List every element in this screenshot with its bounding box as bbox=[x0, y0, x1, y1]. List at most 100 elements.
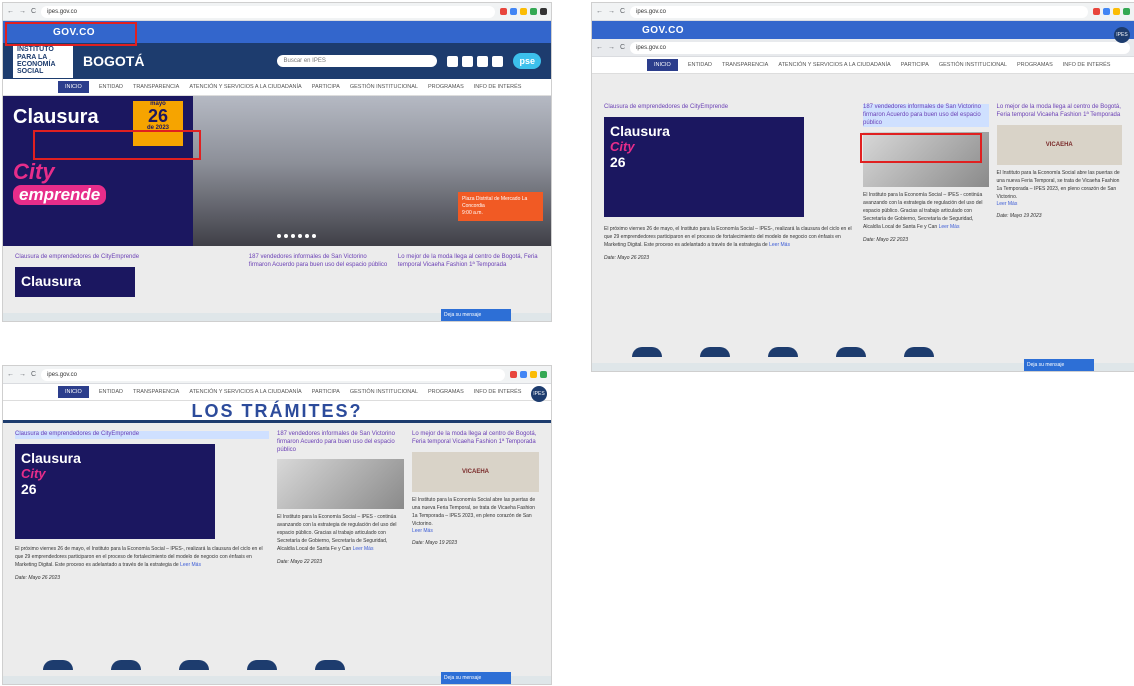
chat-widget[interactable]: Deja su mensaje bbox=[441, 309, 511, 321]
chat-widget[interactable]: Deja su mensaje bbox=[441, 672, 511, 684]
read-more-link[interactable]: Leer Más bbox=[353, 546, 374, 552]
instagram-icon[interactable] bbox=[447, 55, 459, 67]
read-more-link[interactable]: Leer Más bbox=[180, 562, 201, 568]
read-more-link[interactable]: Leer Más bbox=[939, 224, 960, 230]
news-title[interactable]: 187 vendedores informales de San Victori… bbox=[277, 431, 404, 454]
nav-gestion[interactable]: GESTIÓN INSTITUCIONAL bbox=[350, 389, 418, 395]
address-bar[interactable]: ipes.gov.co bbox=[41, 5, 495, 18]
nav-programas[interactable]: PROGRAMAS bbox=[1017, 62, 1053, 68]
extensions bbox=[1093, 8, 1130, 15]
nav-participa[interactable]: PARTICIPA bbox=[901, 62, 929, 68]
news-title[interactable]: Clausura de emprendedores de CityEmprend… bbox=[15, 431, 269, 439]
facebook-icon[interactable] bbox=[462, 55, 474, 67]
news-item[interactable]: 187 vendedores informales de San Victori… bbox=[277, 431, 404, 581]
back-icon[interactable]: ← bbox=[596, 44, 603, 51]
screenshot-panel-1: ← → C ipes.gov.co GOV.CO INSTITUTO PARA LA… bbox=[3, 3, 551, 321]
news-title[interactable]: 187 vendedores informales de San Victori… bbox=[249, 254, 390, 270]
chat-widget[interactable]: Deja su mensaje bbox=[1024, 359, 1094, 371]
back-icon[interactable]: ← bbox=[596, 8, 603, 15]
news-item[interactable]: Clausura de emprendedores de CityEmprend… bbox=[15, 431, 269, 581]
news-item[interactable]: 187 vendedores informales de San Victori… bbox=[863, 104, 989, 261]
news-item[interactable]: 187 vendedores informales de San Victori… bbox=[249, 254, 390, 297]
carousel-dots[interactable] bbox=[277, 234, 316, 238]
read-more-link[interactable]: Leer Más bbox=[412, 528, 433, 534]
news-date: Date: Mayo 26 2023 bbox=[604, 254, 650, 261]
nav-programas[interactable]: PROGRAMAS bbox=[428, 389, 464, 395]
news-title[interactable]: 187 vendedores informales de San Victori… bbox=[863, 104, 989, 128]
reload-icon[interactable]: C bbox=[620, 8, 625, 15]
nav-entidad[interactable]: ENTIDAD bbox=[99, 84, 123, 90]
back-icon[interactable]: ← bbox=[7, 8, 14, 15]
nav-entidad[interactable]: ENTIDAD bbox=[99, 389, 123, 395]
forward-icon[interactable]: → bbox=[19, 8, 26, 15]
news-thumb[interactable]: Clausura bbox=[15, 266, 135, 297]
reload-icon[interactable]: C bbox=[31, 8, 36, 15]
news-text: El próximo viernes 26 de mayo, el Instit… bbox=[15, 545, 263, 568]
extensions bbox=[500, 8, 547, 15]
address-bar[interactable]: ipes.gov.co bbox=[630, 5, 1088, 18]
forward-icon[interactable]: → bbox=[608, 8, 615, 15]
news-item[interactable]: Lo mejor de la moda llega al centro de B… bbox=[398, 254, 539, 297]
footer-icons bbox=[43, 660, 345, 670]
nav-atencion[interactable]: ATENCIÓN Y SERVICIOS A LA CIUDADANÍA bbox=[189, 389, 301, 395]
nav-gestion[interactable]: GESTIÓN INSTITUCIONAL bbox=[939, 62, 1007, 68]
forward-icon[interactable]: → bbox=[608, 44, 615, 51]
news-title[interactable]: Clausura de emprendedores de CityEmprend… bbox=[604, 104, 855, 112]
twitter-icon[interactable] bbox=[492, 55, 504, 67]
site-header: INSTITUTO PARA LA ECONOMÍA SOCIAL BOGOTÁ… bbox=[3, 43, 551, 79]
address-bar[interactable]: ipes.gov.co bbox=[630, 41, 1130, 54]
nav-programas[interactable]: PROGRAMAS bbox=[428, 84, 464, 90]
hero-day: 26 bbox=[147, 106, 169, 126]
ipes-badge[interactable]: IPES bbox=[531, 386, 547, 402]
reload-icon[interactable]: C bbox=[620, 44, 625, 51]
news-thumb[interactable]: Clausura City 26 bbox=[604, 116, 804, 217]
nav-participa[interactable]: PARTICIPA bbox=[312, 389, 340, 395]
reload-icon[interactable]: C bbox=[31, 371, 36, 378]
nav-atencion[interactable]: ATENCIÓN Y SERVICIOS A LA CIUDADANÍA bbox=[778, 62, 890, 68]
news-item[interactable]: Clausura de emprendedores de CityEmprend… bbox=[604, 104, 855, 261]
news-item[interactable]: Clausura de emprendedores de CityEmprend… bbox=[15, 254, 241, 297]
pse-button[interactable]: pse bbox=[513, 53, 541, 69]
nav-info[interactable]: INFO DE INTERÉS bbox=[1063, 62, 1111, 68]
news-thumb[interactable] bbox=[277, 459, 404, 510]
search-input[interactable]: Buscar en IPES bbox=[277, 55, 438, 67]
nav-gestion[interactable]: GESTIÓN INSTITUCIONAL bbox=[350, 84, 418, 90]
nav-info[interactable]: INFO DE INTERÉS bbox=[474, 84, 522, 90]
news-text: El Instituto para la Economía Social – I… bbox=[277, 514, 397, 553]
news-thumb[interactable]: Clausura City 26 bbox=[15, 443, 215, 539]
youtube-icon[interactable] bbox=[477, 55, 489, 67]
nav-inicio[interactable]: INICIO bbox=[58, 386, 89, 398]
highlight-date bbox=[33, 130, 201, 160]
news-date: Date: Mayo 26 2023 bbox=[15, 574, 61, 581]
news-title[interactable]: Lo mejor de la moda llega al centro de B… bbox=[412, 431, 539, 447]
news-item[interactable]: Lo mejor de la moda llega al centro de B… bbox=[412, 431, 539, 581]
nav-participa[interactable]: PARTICIPA bbox=[312, 84, 340, 90]
gov-link[interactable]: GOV.CO bbox=[642, 25, 684, 36]
forward-icon[interactable]: → bbox=[19, 371, 26, 378]
news-title[interactable]: Lo mejor de la moda llega al centro de B… bbox=[398, 254, 539, 270]
nav-atencion[interactable]: ATENCIÓN Y SERVICIOS A LA CIUDADANÍA bbox=[189, 84, 301, 90]
hero-banner[interactable]: Clausura mayo 26 de 2023 City emprende P… bbox=[3, 96, 551, 246]
ipes-badge[interactable]: IPES bbox=[1114, 27, 1130, 43]
read-more-link[interactable]: Leer Más bbox=[769, 242, 790, 248]
nav-inicio[interactable]: INICIO bbox=[58, 81, 89, 93]
ipes-logo[interactable]: INSTITUTO PARA LA ECONOMÍA SOCIAL bbox=[13, 44, 73, 78]
nav-entidad[interactable]: ENTIDAD bbox=[688, 62, 712, 68]
back-icon[interactable]: ← bbox=[7, 371, 14, 378]
nav-transparencia[interactable]: TRANSPARENCIA bbox=[133, 389, 179, 395]
news-title[interactable]: Clausura de emprendedores de CityEmprend… bbox=[15, 254, 241, 262]
news-date: Date: Mayo 19 2023 bbox=[412, 539, 458, 546]
highlight-gov bbox=[5, 22, 137, 46]
news-thumb[interactable]: VICAEHA bbox=[996, 124, 1122, 165]
news-thumb[interactable]: VICAEHA bbox=[412, 451, 539, 492]
tramites-banner[interactable]: LOS TRÁMITES? bbox=[3, 401, 551, 423]
nav-transparencia[interactable]: TRANSPARENCIA bbox=[722, 62, 768, 68]
nav-inicio[interactable]: INICIO bbox=[647, 59, 678, 71]
nav-transparencia[interactable]: TRANSPARENCIA bbox=[133, 84, 179, 90]
news-title[interactable]: Lo mejor de la moda llega al centro de B… bbox=[997, 104, 1123, 120]
news-text: El Instituto para la Economía Social – I… bbox=[863, 192, 983, 231]
news-item[interactable]: Lo mejor de la moda llega al centro de B… bbox=[996, 104, 1123, 261]
address-bar[interactable]: ipes.gov.co bbox=[41, 368, 505, 381]
nav-info[interactable]: INFO DE INTERÉS bbox=[474, 389, 522, 395]
read-more-link[interactable]: Leer Más bbox=[997, 201, 1018, 207]
